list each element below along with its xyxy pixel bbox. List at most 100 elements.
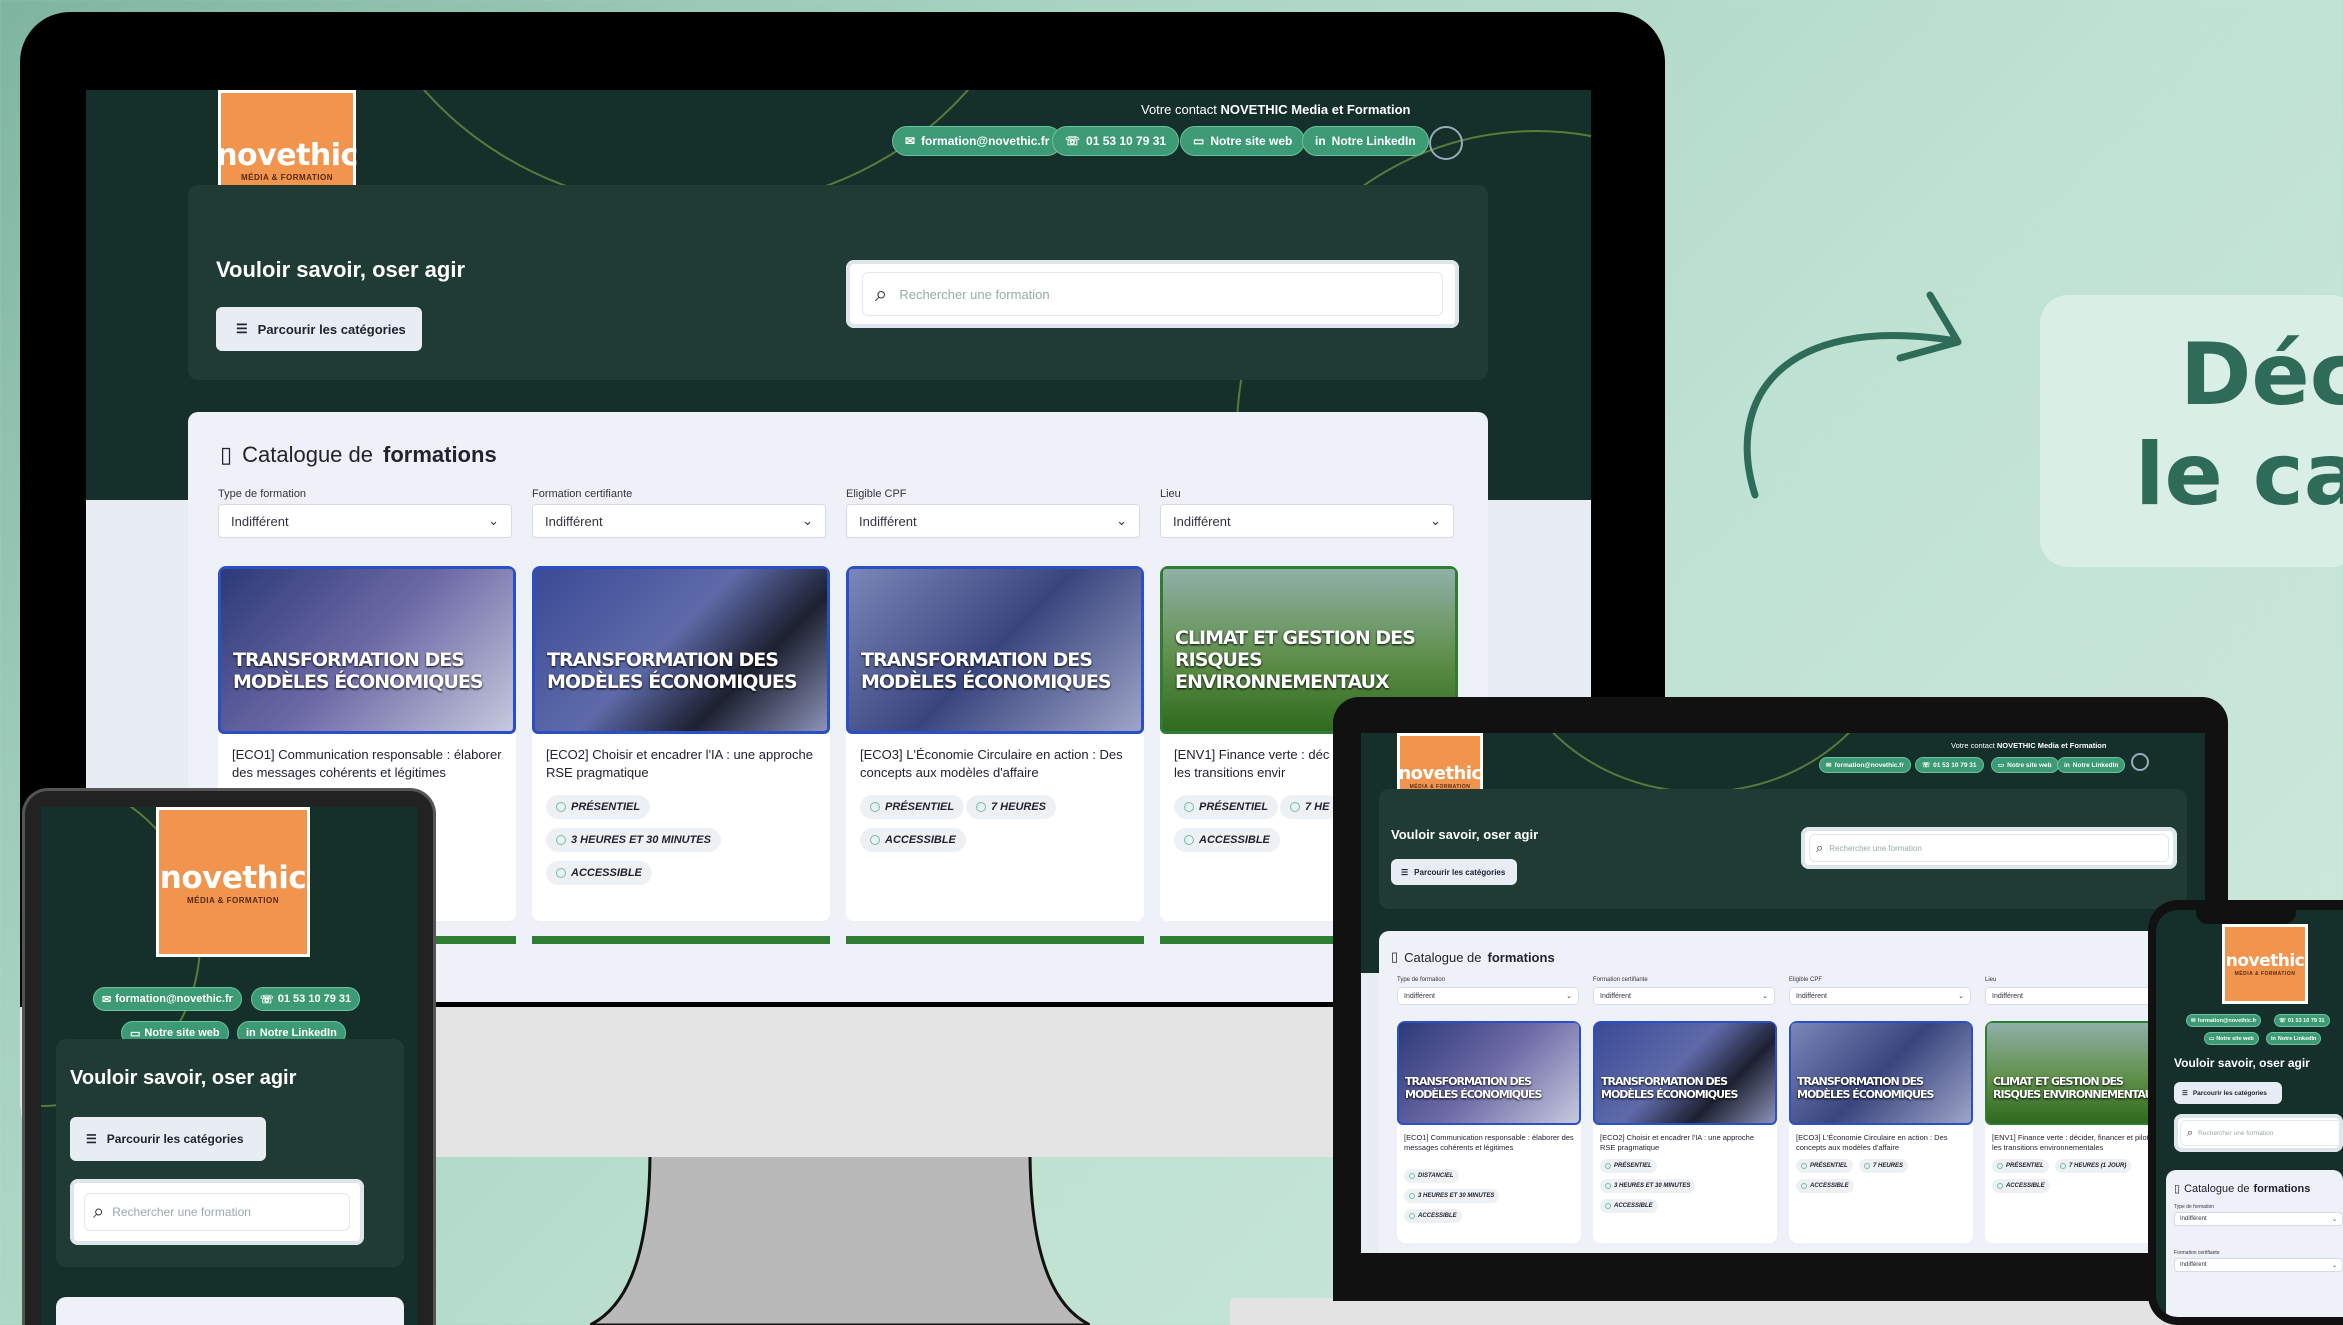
filter-cpf-select[interactable]: Indifférent ⌄ [846, 504, 1140, 538]
site-logo[interactable]: novethic MÉDIA & FORMATION [2222, 924, 2308, 1004]
format-badge: PRÉSENTIEL [1600, 1159, 1657, 1173]
site-tagline: Vouloir savoir, oser agir [216, 257, 466, 282]
chevron-down-icon: ⌄ [1762, 993, 1768, 1000]
search-box[interactable]: ⌕ Rechercher une formation [1801, 827, 2177, 869]
filter-cpf-select[interactable]: Indifférent ⌄ [1789, 987, 1971, 1005]
format-badge: DISTANCIEL [1404, 1169, 1459, 1183]
website-pill[interactable]: ▭ Notre site web [2204, 1032, 2259, 1045]
site-tagline: Vouloir savoir, oser agir [70, 1067, 297, 1089]
monitor-stand [589, 1148, 1091, 1325]
accessible-badge: ACCESSIBLE [1796, 1179, 1854, 1193]
phone-icon: ☏ [1065, 134, 1081, 148]
browse-categories-button[interactable]: ☰ Parcourir les catégories [2174, 1082, 2282, 1104]
book-icon: ▯ [1391, 949, 1399, 964]
course-title: [ECO1] Communication responsable : élabo… [1404, 1133, 1574, 1152]
user-avatar-icon[interactable] [1429, 126, 1463, 160]
phone: novethic MÉDIA & FORMATION ✉ formation@no… [2148, 900, 2343, 1325]
accessible-badge: ACCESSIBLE [1404, 1209, 1462, 1223]
search-icon: ⌕ [93, 1200, 105, 1223]
site-logo[interactable]: novethic MÉDIA & FORMATION [156, 807, 310, 957]
phone-pill[interactable]: ☏ 01 53 10 79 31 [1915, 757, 1984, 773]
course-card[interactable]: TRANSFORMATION DES MODÈLES ÉCONOMIQUES [E… [1789, 1021, 1973, 1243]
duration-badge: 3 HEURES ET 30 MINUTES [546, 828, 721, 852]
search-input[interactable]: Rechercher une formation [1829, 844, 1922, 853]
phone-pill[interactable]: ☏ 01 53 10 79 31 [2274, 1014, 2330, 1027]
search-input[interactable]: Rechercher une formation [2198, 1130, 2273, 1137]
user-avatar-icon[interactable] [2131, 753, 2149, 771]
linkedin-pill[interactable]: in Notre LinkedIn [1302, 126, 1429, 156]
phone-icon: ☏ [1922, 762, 1931, 769]
linkedin-icon: in [2064, 761, 2070, 769]
mail-icon: ✉ [1826, 762, 1832, 769]
book-icon: ▯ [220, 442, 233, 467]
site-tagline: Vouloir savoir, oser agir [1391, 827, 1539, 842]
laptop: novethic MÉDIA & FORMATION Votre contact… [1333, 697, 2228, 1301]
mail-icon: ✉ [2191, 1017, 2196, 1024]
filter-label-cpf: Eligible CPF [846, 488, 907, 500]
tablet: novethic MÉDIA & FORMATION ✉ formation@no… [22, 788, 436, 1325]
duration-badge: 7 HEURES [966, 795, 1057, 819]
filter-type-select[interactable]: Indifférent ⌄ [218, 504, 512, 538]
filter-certif-select[interactable]: Indifférent ⌄ [532, 504, 826, 538]
course-title: [ECO2] Choisir et encadrer l'IA : une ap… [546, 747, 813, 780]
linkedin-pill[interactable]: in Notre LinkedIn [2266, 1032, 2322, 1045]
accessible-badge: ACCESSIBLE [1174, 828, 1280, 852]
filter-label-lieu: Lieu [1985, 977, 1997, 983]
search-icon: ⌕ [875, 281, 888, 306]
chevron-down-icon: ⌄ [1116, 513, 1127, 528]
email-pill[interactable]: ✉ formation@novethic.fr [93, 987, 242, 1011]
course-card[interactable]: TRANSFORMATION DES MODÈLES ÉCONOMIQUES [E… [846, 566, 1144, 921]
linkedin-pill[interactable]: in Notre LinkedIn [2057, 757, 2126, 773]
course-card[interactable]: TRANSFORMATION DES MODÈLES ÉCONOMIQUES [E… [1397, 1021, 1581, 1243]
browse-categories-button[interactable]: ☰ Parcourir les catégories [1391, 859, 1517, 885]
duration-badge: 7 HEURES (1 JOUR) [2055, 1159, 2132, 1173]
filter-certif-select[interactable]: Indifférent ⌄ [2174, 1258, 2343, 1272]
monitor-icon: ▭ [1998, 762, 2005, 769]
accessible-badge: ACCESSIBLE [1992, 1179, 2050, 1193]
browse-categories-button[interactable]: ☰ Parcourir les catégories [70, 1117, 266, 1161]
course-card[interactable]: TRANSFORMATION DES MODÈLES ÉCONOMIQUES [E… [532, 566, 830, 921]
website-pill[interactable]: ▭ Notre site web [1180, 126, 1306, 156]
chevron-down-icon: ⌄ [1430, 513, 1441, 528]
filter-label-lieu: Lieu [1160, 488, 1181, 500]
hero-panel: Vouloir savoir, oser agir ☰ Parcourir les… [188, 185, 1488, 380]
phone-pill[interactable]: ☏ 01 53 10 79 31 [1052, 126, 1180, 156]
search-input[interactable]: Rechercher une formation [899, 287, 1049, 302]
filter-lieu-select[interactable]: Indifférent⌄ [1985, 987, 2167, 1005]
chevron-down-icon: ⌄ [802, 513, 813, 528]
filter-lieu-select[interactable]: Indifférent⌄ [1160, 504, 1454, 538]
linkedin-icon: in [1315, 134, 1326, 148]
menu-icon: ☰ [2182, 1090, 2188, 1097]
monitor-icon: ▭ [1193, 134, 1205, 148]
course-card[interactable]: CLIMAT ET GESTION DES RISQUES ENVIRONNEME… [1985, 1021, 2169, 1243]
hero-panel: Vouloir savoir, oser agir ☰ Parcourir les… [56, 1039, 404, 1267]
search-box[interactable]: ⌕ Rechercher une formation [846, 260, 1459, 328]
search-box[interactable]: ⌕ Rechercher une formation [70, 1179, 364, 1245]
phone-pill[interactable]: ☏ 01 53 10 79 31 [251, 987, 361, 1011]
email-pill[interactable]: ✉ formation@novethic.fr [2186, 1014, 2262, 1027]
tablet-screen: novethic MÉDIA & FORMATION ✉ formation@no… [41, 807, 417, 1325]
course-title: [ENV1] Finance verte : décider, financer… [1992, 1133, 2156, 1152]
filter-label-cpf: Eligible CPF [1789, 977, 1823, 983]
email-pill[interactable]: ✉ formation@novethic.fr [1819, 757, 1911, 773]
search-box[interactable]: ⌕ Rechercher une formation [2174, 1114, 2343, 1152]
search-input[interactable]: Rechercher une formation [112, 1205, 251, 1219]
browse-categories-button[interactable]: ☰ Parcourir les catégories [216, 307, 422, 351]
email-pill[interactable]: ✉ formation@novethic.fr [892, 126, 1063, 156]
filter-label-type: Type de formation [218, 488, 307, 500]
laptop-screen: novethic MÉDIA & FORMATION Votre contact… [1361, 733, 2205, 1253]
filter-label-type: Type de formation [2174, 1204, 2215, 1210]
filter-type-select[interactable]: Indifférent ⌄ [2174, 1212, 2343, 1226]
menu-icon: ☰ [86, 1132, 97, 1146]
accessible-badge: ACCESSIBLE [1600, 1199, 1658, 1213]
accessible-badge: ACCESSIBLE [546, 861, 652, 885]
headline-line2: le ca [2135, 425, 2343, 525]
course-card[interactable]: TRANSFORMATION DES MODÈLES ÉCONOMIQUES [E… [1593, 1021, 1777, 1243]
menu-icon: ☰ [1401, 867, 1409, 877]
filter-type-select[interactable]: Indifférent ⌄ [1397, 987, 1579, 1005]
website-pill[interactable]: ▭ Notre site web [1991, 757, 2059, 773]
format-badge: PRÉSENTIEL [1992, 1159, 2049, 1173]
monitor-icon: ▭ [130, 1027, 141, 1040]
filter-certif-select[interactable]: Indifférent ⌄ [1593, 987, 1775, 1005]
catalogue-panel-edge [56, 1297, 404, 1325]
